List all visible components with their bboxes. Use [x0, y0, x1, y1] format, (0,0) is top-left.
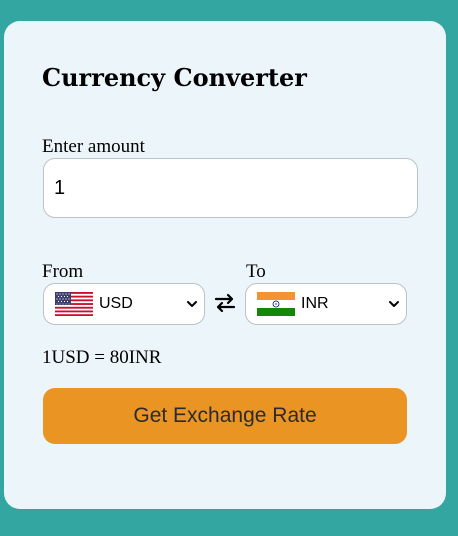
- us-flag-icon: [55, 292, 93, 316]
- page-title: Currency Converter: [42, 63, 307, 92]
- to-label: To: [246, 261, 266, 282]
- from-currency-value: USD: [99, 295, 133, 312]
- converter-card: Currency Converter Enter amount From To …: [4, 21, 446, 509]
- swap-arrows-icon[interactable]: [213, 291, 237, 315]
- to-currency-value: INR: [301, 295, 329, 312]
- amount-input[interactable]: [43, 158, 418, 218]
- to-currency-select[interactable]: INR: [245, 283, 407, 325]
- get-exchange-rate-button[interactable]: Get Exchange Rate: [43, 388, 407, 444]
- amount-label: Enter amount: [42, 136, 145, 157]
- india-flag-icon: [257, 292, 295, 316]
- exchange-rate-text: 1USD = 80INR: [42, 347, 162, 368]
- chevron-down-icon: [187, 301, 197, 307]
- from-currency-select[interactable]: USD: [43, 283, 205, 325]
- chevron-down-icon: [389, 301, 399, 307]
- from-label: From: [42, 261, 84, 282]
